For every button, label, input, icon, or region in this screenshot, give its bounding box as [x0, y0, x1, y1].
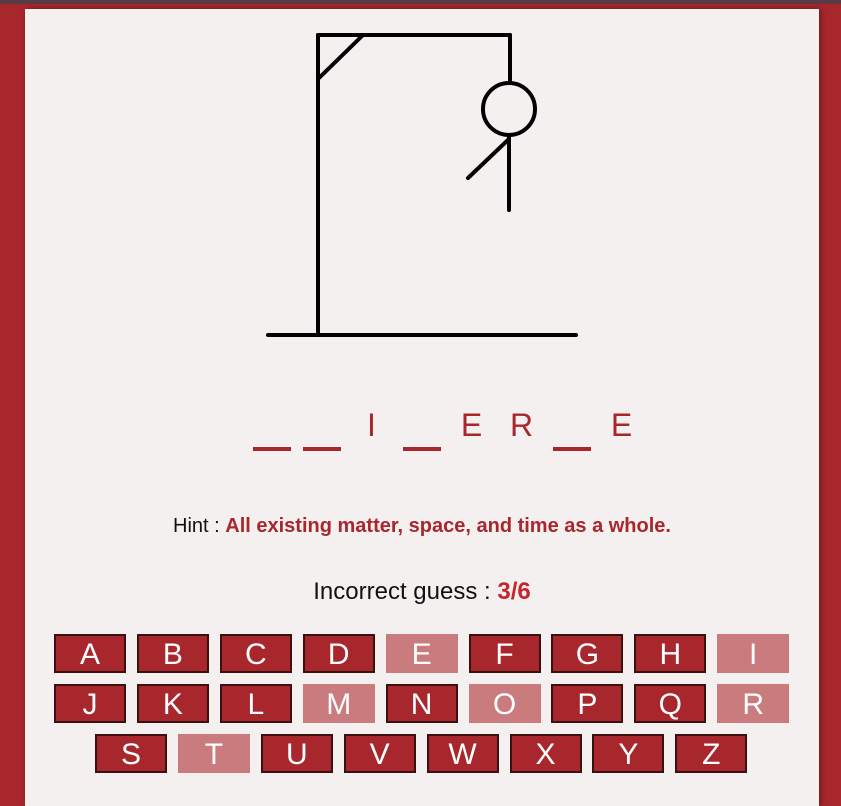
key-g[interactable]: G	[551, 634, 624, 673]
key-p[interactable]: P	[551, 684, 624, 723]
key-h[interactable]: H	[634, 634, 707, 673]
letter-slot: E	[603, 407, 641, 451]
blank-underline	[303, 447, 341, 451]
letter-slot: E	[453, 407, 491, 451]
key-y[interactable]: Y	[592, 734, 665, 773]
incorrect-guess-count: 3/6	[497, 578, 531, 605]
hint-text: All existing matter, space, and time as …	[225, 515, 671, 537]
letter-slot	[253, 407, 291, 451]
key-j[interactable]: J	[54, 684, 126, 723]
hint-label: Hint :	[173, 515, 226, 537]
revealed-letter: I	[367, 407, 377, 443]
gallows-brace	[316, 33, 365, 81]
hangman-drawing	[266, 33, 578, 337]
letter-slot	[403, 407, 441, 451]
blank-underline	[253, 447, 291, 451]
hangman-head	[481, 81, 537, 137]
key-b[interactable]: B	[136, 634, 209, 673]
letter-slot: I	[353, 407, 391, 451]
blank-underline	[553, 447, 591, 451]
key-q[interactable]: Q	[634, 684, 707, 723]
top-border	[0, 0, 841, 4]
revealed-letter: E	[460, 407, 484, 443]
game-card: IERE Hint : All existing matter, space, …	[25, 9, 819, 806]
key-v[interactable]: V	[343, 734, 416, 773]
blank-underline	[403, 447, 441, 451]
key-c[interactable]: C	[219, 634, 292, 673]
key-r[interactable]: R	[717, 684, 790, 723]
key-s[interactable]: S	[95, 734, 167, 773]
hint: Hint : All existing matter, space, and t…	[25, 515, 819, 538]
word-display: IERE	[253, 407, 653, 451]
revealed-letter: R	[509, 407, 535, 443]
incorrect-guess-label: Incorrect guess :	[313, 578, 498, 605]
key-d[interactable]: D	[302, 634, 375, 673]
key-z[interactable]: Z	[675, 734, 748, 773]
letter-slot: R	[503, 407, 541, 451]
key-x[interactable]: X	[509, 734, 582, 773]
revealed-letter: E	[610, 407, 634, 443]
key-e[interactable]: E	[385, 634, 458, 673]
key-w[interactable]: W	[426, 734, 499, 773]
key-o[interactable]: O	[468, 684, 541, 723]
incorrect-guess: Incorrect guess : 3/6	[25, 578, 819, 606]
key-l[interactable]: L	[219, 684, 292, 723]
key-a[interactable]: A	[54, 634, 126, 673]
key-f[interactable]: F	[468, 634, 541, 673]
key-n[interactable]: N	[385, 684, 458, 723]
letter-slot	[553, 407, 591, 451]
key-k[interactable]: K	[136, 684, 209, 723]
key-i[interactable]: I	[717, 634, 790, 673]
hangman-arm	[466, 137, 511, 180]
key-m[interactable]: M	[302, 684, 375, 723]
key-t[interactable]: T	[177, 734, 250, 773]
key-u[interactable]: U	[260, 734, 333, 773]
letter-slot	[303, 407, 341, 451]
